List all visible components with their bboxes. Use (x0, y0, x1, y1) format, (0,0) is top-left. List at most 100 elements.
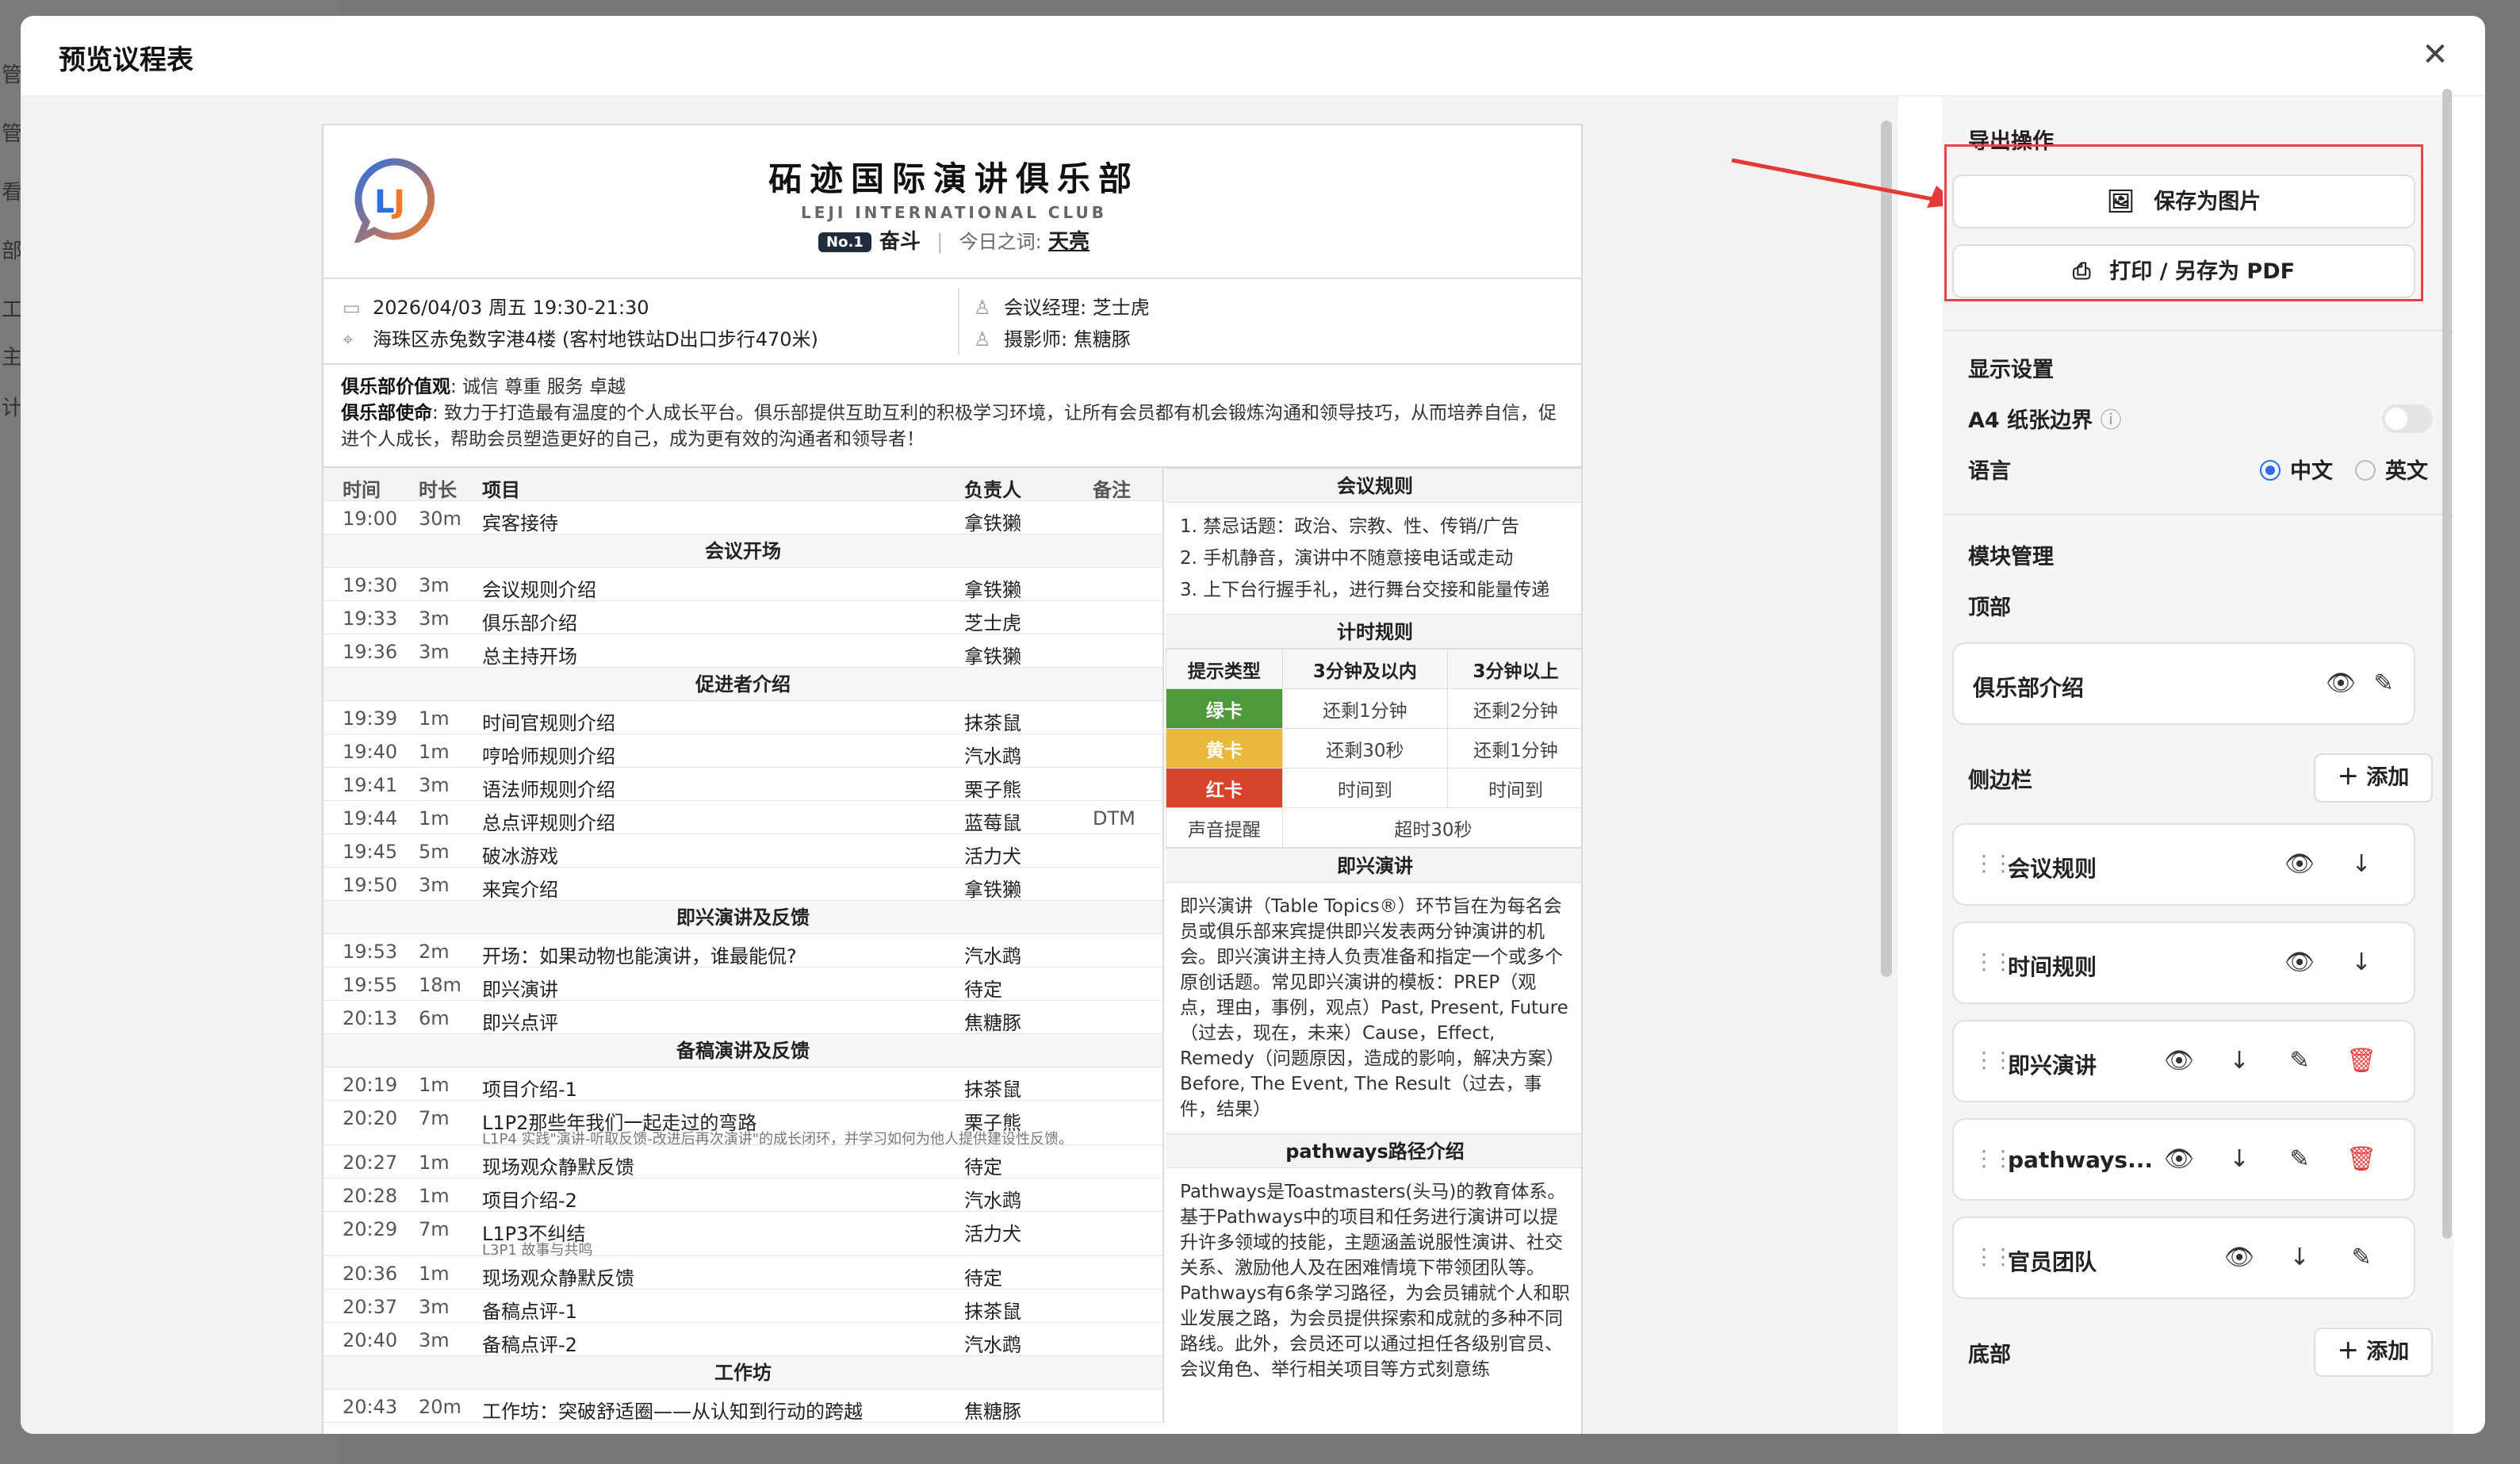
agenda-row: 19:50 3m 来宾介绍 拿铁獭 (324, 868, 1162, 901)
user-icon: ♙ (974, 328, 991, 351)
eye-icon[interactable]: 👁 (2163, 1045, 2195, 1077)
eye-icon[interactable]: 👁 (2223, 1242, 2255, 1274)
preview-area[interactable]: L J 砳迹国际演讲俱乐部 LEJI INTERNATIONAL CLUB No… (21, 97, 1898, 1434)
sound-label: 声音提醒 (1166, 807, 1283, 848)
radio-selected-icon (2260, 459, 2281, 481)
panel-scrollbar[interactable] (2442, 89, 2452, 1239)
row-owner: 活力犬 (964, 1223, 1021, 1245)
print-pdf-button[interactable]: ⎙ 打印 / 另存为 PDF (1952, 244, 2415, 298)
eye-icon[interactable]: 👁 (2284, 947, 2315, 979)
add-bottom-module-button[interactable]: ＋ 添加 (2314, 1328, 2433, 1377)
row-owner: 汽水鹉 (964, 945, 1021, 968)
row-item: 项目介绍-1 (482, 1079, 577, 1101)
module-card-officers[interactable]: ⋮⋮ 官员团队 👁 ↓ ✎ (1952, 1217, 2415, 1299)
location-icon: ⌖ (343, 328, 354, 351)
values-label: 俱乐部价值观 (341, 377, 450, 397)
bg-fragment: 主 (2, 346, 23, 370)
agenda-row: 19:39 1m 时间官规则介绍 抹茶鼠 (324, 701, 1162, 734)
row-time: 19:39 (343, 707, 398, 730)
annotation-arrow-icon (1731, 158, 1959, 208)
agenda-paper: L J 砳迹国际演讲俱乐部 LEJI INTERNATIONAL CLUB No… (322, 124, 1583, 1434)
row-owner: 待定 (964, 1156, 1002, 1178)
eye-icon[interactable]: 👁 (2284, 849, 2315, 880)
row-item: 会议规则介绍 (482, 579, 596, 601)
drag-handle-icon[interactable]: ⋮⋮ (1973, 949, 2014, 975)
info-icon: ⓘ (2100, 408, 2122, 433)
module-card-meeting-rules[interactable]: ⋮⋮ 会议规则 👁 ↓ (1952, 823, 2415, 906)
row-time: 20:37 (343, 1296, 398, 1318)
module-card-impromptu[interactable]: ⋮⋮ 即兴演讲 👁 ↓ ✎ 🗑 (1952, 1020, 2415, 1102)
sound-value: 超时30秒 (1281, 807, 1581, 848)
module-label: 官员团队 (2008, 1249, 2097, 1275)
eye-icon[interactable]: 👁 (2325, 668, 2357, 699)
row-owner: 焦糖豚 (964, 1401, 1021, 1423)
preview-scrollbar[interactable] (1881, 121, 1892, 977)
edit-icon[interactable]: ✎ (2346, 1242, 2377, 1274)
module-card-club-intro[interactable]: 俱乐部介绍 👁 ✎ (1952, 642, 2415, 725)
row-time: 19:40 (343, 741, 398, 763)
row-item: 宾客接待 (482, 512, 558, 535)
mission-label: 俱乐部使命 (341, 403, 432, 423)
row-duration: 20m (419, 1396, 461, 1418)
row-owner: 拿铁獭 (964, 646, 1021, 668)
rule-item: 1. 禁忌话题：政治、宗教、性、传销/广告 (1180, 516, 1520, 537)
word-of-day: 天亮 (1047, 230, 1090, 254)
close-icon[interactable]: ✕ (2415, 35, 2455, 75)
row-item: 即兴点评 (482, 1012, 558, 1034)
module-card-pathways[interactable]: ⋮⋮ pathways... 👁 ↓ ✎ 🗑 (1952, 1118, 2415, 1201)
toggle-knob (2385, 408, 2407, 430)
row-time: 19:44 (343, 807, 398, 830)
agenda-row: 19:33 3m 俱乐部介绍 芝士虎 (324, 601, 1162, 634)
agenda-section: 即兴演讲及反馈 (324, 901, 1162, 934)
row-item: 即兴演讲 (482, 979, 558, 1001)
agenda-row: 19:36 3m 总主持开场 拿铁獭 (324, 634, 1162, 668)
arrow-down-icon[interactable]: ↓ (2223, 1045, 2255, 1077)
module-card-timing-rules[interactable]: ⋮⋮ 时间规则 👁 ↓ (1952, 922, 2415, 1004)
edit-icon[interactable]: ✎ (2284, 1144, 2315, 1175)
arrow-down-icon[interactable]: ↓ (2223, 1144, 2255, 1175)
row-time: 19:30 (343, 574, 398, 596)
drag-handle-icon[interactable]: ⋮⋮ (1973, 1145, 2014, 1171)
agenda-row: 20:29 7m L1P3不纠结 活力犬 L3P1 故事与共鸣 (324, 1212, 1162, 1259)
pathways-text: Pathways是Toastmasters(头马)的教育体系。基于Pathway… (1180, 1182, 1570, 1380)
trash-icon[interactable]: 🗑 (2346, 1144, 2377, 1175)
agenda-row: 20:28 1m 项目介绍-2 汽水鹉 (324, 1178, 1162, 1212)
row-owner: 栗子熊 (964, 779, 1021, 801)
edit-icon[interactable]: ✎ (2368, 668, 2399, 699)
green-card: 绿卡 (1166, 688, 1283, 729)
row-item: 总点评规则介绍 (482, 812, 615, 834)
plus-icon: ＋ (2337, 765, 2359, 790)
manager-label: 会议经理: (1004, 297, 1087, 319)
lang-en-radio[interactable]: 英文 (2355, 454, 2428, 485)
row-time: 20:13 (343, 1007, 398, 1029)
bg-fragment: 计 (2, 397, 23, 420)
print-pdf-label: 打印 / 另存为 PDF (2109, 259, 2296, 284)
row-time: 20:40 (343, 1329, 398, 1351)
module-label: 会议规则 (2008, 856, 2097, 882)
agenda-row: 19:44 1m 总点评规则介绍 蓝莓鼠 DTM (324, 801, 1162, 834)
agenda-row: 19:45 5m 破冰游戏 活力犬 (324, 834, 1162, 868)
row-duration: 3m (419, 574, 450, 596)
drag-handle-icon[interactable]: ⋮⋮ (1973, 1244, 2014, 1270)
timing-cell: 还剩30秒 (1281, 728, 1448, 768)
row-item: 俱乐部介绍 (482, 612, 577, 634)
timing-cell: 还剩1分钟 (1281, 688, 1448, 729)
arrow-down-icon[interactable]: ↓ (2284, 1242, 2315, 1274)
drag-handle-icon[interactable]: ⋮⋮ (1973, 850, 2014, 876)
add-sidebar-module-button[interactable]: ＋ 添加 (2314, 753, 2433, 803)
edit-icon[interactable]: ✎ (2284, 1045, 2315, 1077)
row-item: 来宾介绍 (482, 879, 558, 901)
save-image-button[interactable]: 🖼 保存为图片 (1952, 174, 2415, 228)
eye-icon[interactable]: 👁 (2163, 1144, 2195, 1175)
drag-handle-icon[interactable]: ⋮⋮ (1973, 1047, 2014, 1073)
a4-label-text: A4 纸张边界 (1968, 408, 2093, 433)
arrow-down-icon[interactable]: ↓ (2346, 849, 2377, 880)
a4-toggle[interactable] (2382, 404, 2433, 433)
arrow-down-icon[interactable]: ↓ (2346, 947, 2377, 979)
lang-cn-radio[interactable]: 中文 (2260, 454, 2333, 485)
trash-icon[interactable]: 🗑 (2346, 1045, 2377, 1077)
row-duration: 1m (419, 1152, 450, 1174)
row-time: 20:19 (343, 1074, 398, 1096)
row-item: 哼哈师规则介绍 (482, 745, 615, 768)
agenda-row: 19:00 30m 宾客接待 拿铁獭 (324, 501, 1162, 535)
